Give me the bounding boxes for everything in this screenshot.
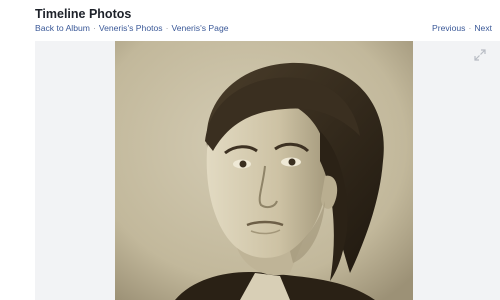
back-to-album-link[interactable]: Back to Album: [35, 23, 90, 33]
fullscreen-icon[interactable]: [474, 48, 486, 61]
breadcrumb: Back to Album · Veneris's Photos · Veneris's…: [35, 23, 229, 33]
photos-link[interactable]: Veneris's Photos: [99, 23, 163, 33]
photo-pager: Previous · Next: [432, 23, 492, 33]
page-title: Timeline Photos: [35, 7, 132, 21]
next-link[interactable]: Next: [474, 23, 492, 33]
previous-link[interactable]: Previous: [432, 23, 465, 33]
breadcrumb-separator: ·: [92, 23, 96, 33]
pager-separator: ·: [468, 23, 472, 33]
breadcrumb-separator: ·: [165, 23, 169, 33]
page-link[interactable]: Veneris's Page: [171, 23, 228, 33]
portrait-photo[interactable]: [115, 41, 413, 300]
